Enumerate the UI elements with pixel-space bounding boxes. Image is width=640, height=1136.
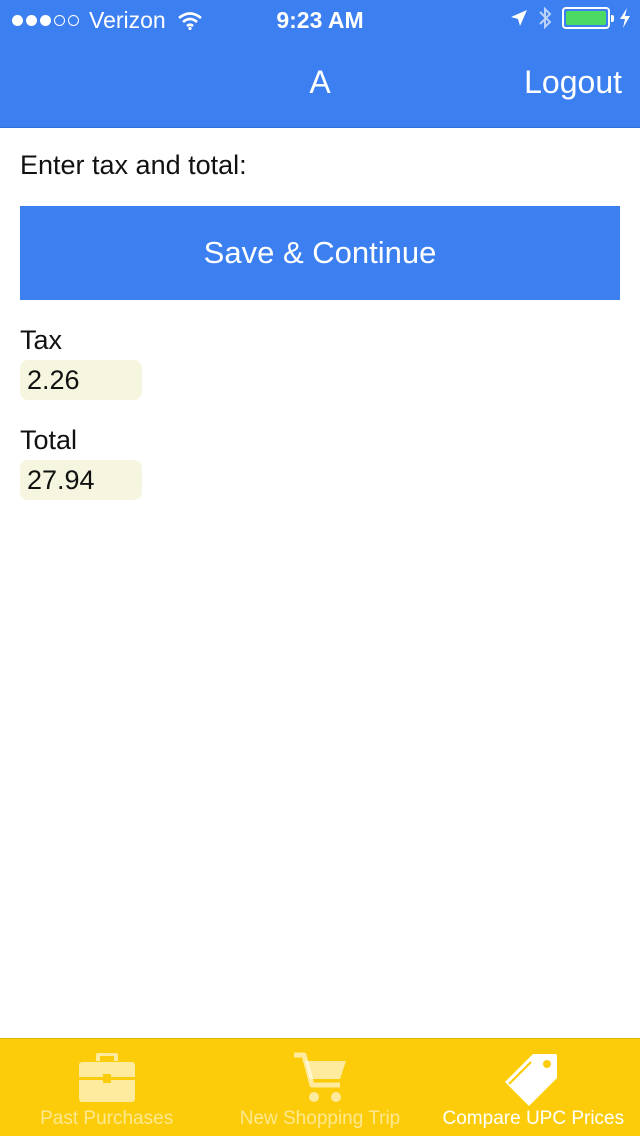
- logout-button[interactable]: Logout: [524, 64, 622, 101]
- shopping-cart-icon: [292, 1048, 348, 1108]
- tax-input[interactable]: [20, 360, 142, 400]
- tab-label: Past Purchases: [40, 1108, 174, 1129]
- price-tag-icon: [503, 1048, 563, 1108]
- total-input[interactable]: [20, 460, 142, 500]
- battery-icon: [562, 7, 614, 29]
- save-continue-button[interactable]: Save & Continue: [20, 206, 620, 300]
- status-right: [510, 6, 630, 30]
- tab-new-shopping-trip[interactable]: New Shopping Trip: [213, 1039, 426, 1136]
- form-instructions: Enter tax and total:: [20, 150, 247, 180]
- charging-bolt-icon: [620, 8, 630, 28]
- total-label: Total: [20, 425, 78, 455]
- tab-label: New Shopping Trip: [239, 1108, 401, 1129]
- location-arrow-icon: [510, 9, 528, 27]
- tab-label: Compare UPC Prices: [442, 1108, 625, 1129]
- tab-past-purchases[interactable]: Past Purchases: [0, 1039, 213, 1136]
- tab-bar: Past Purchases New Shopping Trip Compare…: [0, 1038, 640, 1136]
- tax-label: Tax: [20, 325, 63, 355]
- briefcase-icon: [78, 1048, 136, 1108]
- bluetooth-icon: [538, 6, 552, 30]
- app-header: Verizon 9:23 AM A Logout: [0, 0, 640, 128]
- status-bar: Verizon 9:23 AM: [0, 0, 640, 40]
- tab-compare-upc-prices[interactable]: Compare UPC Prices: [427, 1039, 640, 1136]
